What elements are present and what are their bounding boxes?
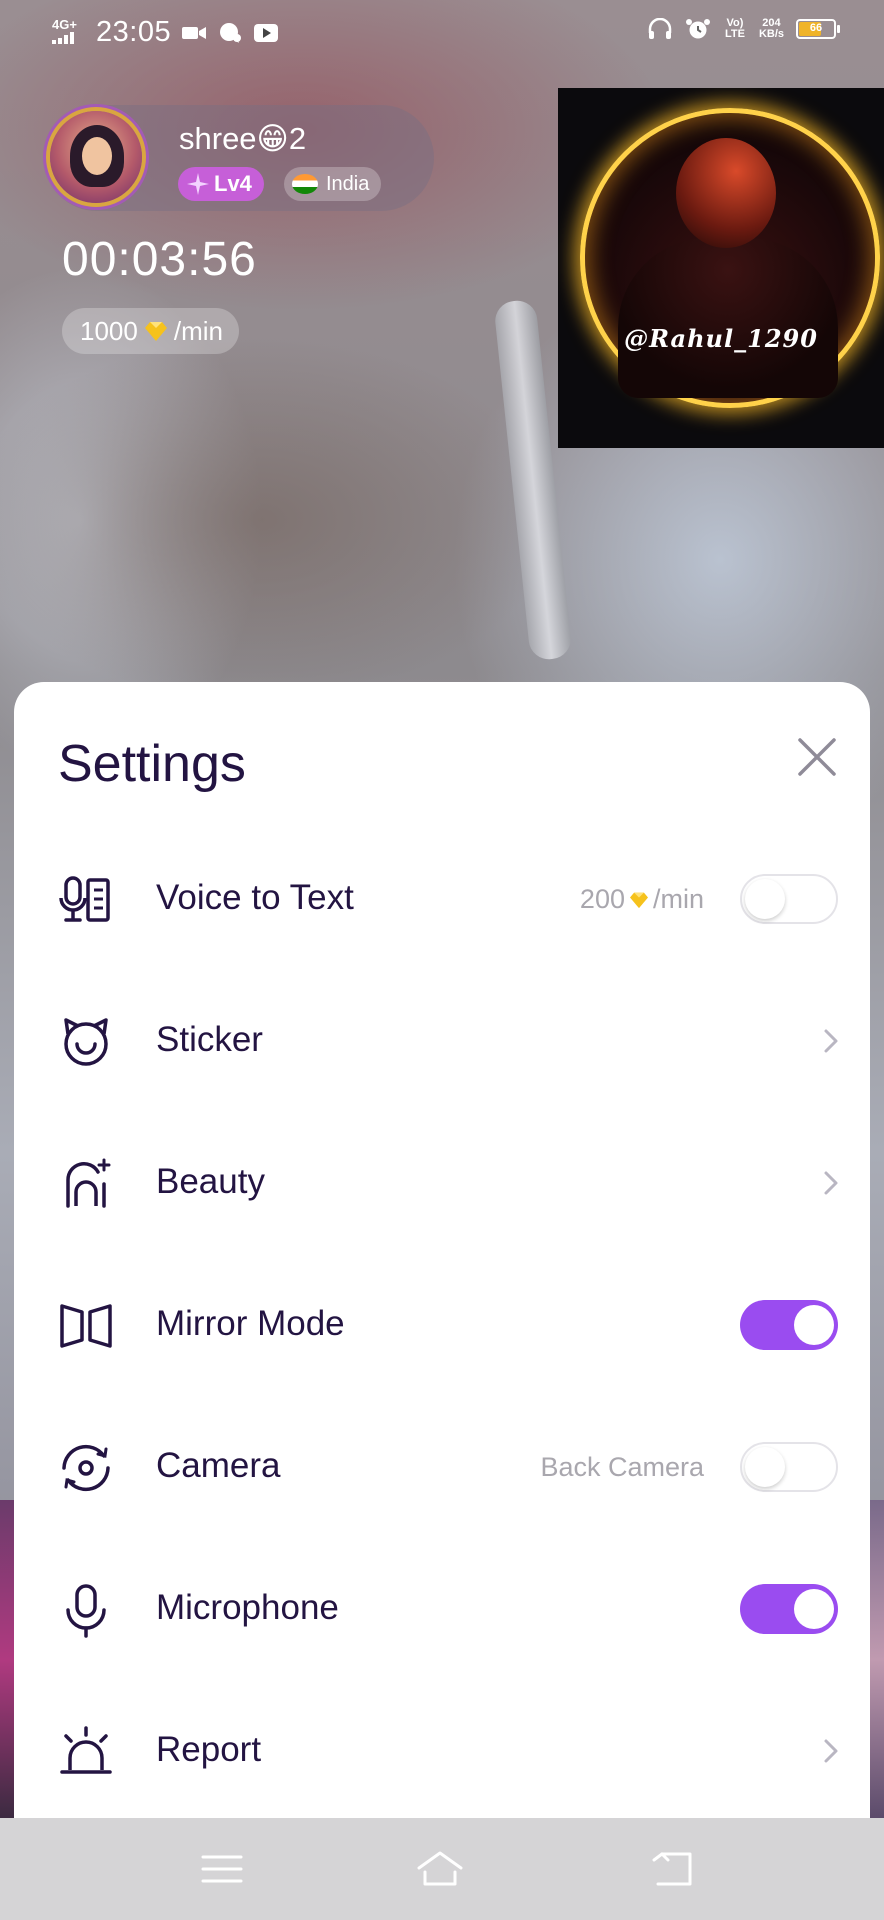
microphone-icon — [66, 1584, 106, 1638]
youtube-icon — [254, 23, 279, 42]
video-edge-right — [870, 1500, 884, 1820]
report-label: Report — [156, 1730, 262, 1769]
camera-toggle[interactable] — [740, 1442, 838, 1492]
microphone-toggle[interactable] — [740, 1584, 838, 1634]
caller-avatar[interactable] — [50, 111, 142, 203]
country-badge: India — [284, 167, 382, 201]
toggle-knob — [794, 1589, 834, 1629]
self-preview-figure-body — [618, 238, 838, 398]
screen: 4G+ 23:05 Vo) LTE 204 KB/s 66 shree😁2 Lv… — [0, 0, 884, 1920]
settings-row-mirror-mode[interactable]: Mirror Mode — [14, 1254, 870, 1396]
level-text: Lv4 — [214, 171, 252, 196]
rate-amount: 1000 — [80, 315, 138, 346]
toggle-knob — [745, 879, 785, 919]
call-rate-pill: 1000 /min — [62, 308, 239, 354]
status-time: 23:05 — [96, 16, 172, 48]
level-badge: Lv4 — [178, 167, 264, 201]
beauty-label: Beauty — [156, 1162, 265, 1201]
voice-to-text-price-amount: 200 — [579, 884, 625, 914]
alarm-icon — [685, 19, 710, 39]
chevron-right-icon — [824, 1171, 838, 1195]
volte-indicator: Vo) LTE — [724, 17, 745, 40]
voice-to-text-price: 200 /min — [580, 884, 704, 915]
headphones-icon — [648, 18, 672, 39]
sparkle-icon — [187, 173, 209, 195]
sticker-icon — [64, 1018, 108, 1066]
toggle-knob — [745, 1447, 785, 1487]
self-camera-preview[interactable]: @Rahul_1290 — [558, 88, 884, 448]
settings-title: Settings — [58, 735, 246, 793]
camera-switch-icon — [62, 1444, 110, 1492]
report-alarm-icon — [60, 1726, 112, 1774]
status-bar: 4G+ 23:05 Vo) LTE 204 KB/s 66 — [0, 0, 884, 70]
settings-row-microphone[interactable]: Microphone — [14, 1538, 870, 1680]
toggle-knob — [794, 1305, 834, 1345]
network-indicator: 4G+ — [52, 18, 86, 47]
voice-to-text-icon — [59, 876, 110, 922]
rate-unit: /min — [173, 315, 223, 346]
microphone-label: Microphone — [156, 1588, 339, 1627]
battery-level: 66 — [809, 22, 823, 34]
network-type: 4G+ — [52, 17, 77, 32]
settings-row-beauty[interactable]: Beauty — [14, 1112, 870, 1254]
self-preview-figure-head — [676, 138, 776, 248]
beauty-icon — [66, 1158, 111, 1208]
caller-name: shree😁2 — [179, 121, 307, 156]
avatar-face — [82, 137, 112, 175]
mirror-mode-toggle[interactable] — [740, 1300, 838, 1350]
signal-icon — [52, 32, 74, 44]
network-speed-unit: KB/s — [758, 28, 784, 40]
camera-hint: Back Camera — [540, 1452, 704, 1482]
chevron-right-icon — [824, 1029, 838, 1053]
settings-row-camera[interactable]: Camera Back Camera — [14, 1396, 870, 1538]
back-icon[interactable] — [648, 1848, 698, 1890]
settings-row-sticker[interactable]: Sticker — [14, 970, 870, 1112]
video-edge-left — [0, 1500, 14, 1820]
diamond-icon — [144, 322, 167, 341]
settings-row-report[interactable]: Report — [14, 1680, 870, 1822]
caller-info-pill[interactable]: shree😁2 Lv4 India — [44, 105, 434, 211]
india-flag-icon — [292, 174, 318, 194]
mirror-mode-icon — [60, 1304, 112, 1348]
battery-icon: 66 — [796, 19, 840, 39]
status-right: Vo) LTE 204 KB/s 66 — [647, 17, 840, 40]
settings-row-voice-to-text[interactable]: Voice to Text 200 /min — [14, 828, 870, 970]
menu-icon[interactable] — [197, 1848, 247, 1890]
voice-to-text-label: Voice to Text — [156, 878, 354, 917]
country-name: India — [326, 172, 370, 195]
call-timer: 00:03:56 — [62, 233, 257, 286]
home-icon[interactable] — [415, 1848, 465, 1890]
camera-label: Camera — [156, 1446, 281, 1485]
mirror-mode-label: Mirror Mode — [156, 1304, 345, 1343]
settings-sheet: Settings Voice to Text 200 /min Sticker … — [14, 682, 870, 1822]
voice-to-text-price-unit: /min — [652, 884, 704, 914]
diamond-icon — [629, 892, 648, 908]
chevron-right-icon — [824, 1739, 838, 1763]
network-speed: 204 KB/s — [759, 18, 784, 40]
self-handle: @Rahul_1290 — [624, 324, 818, 353]
chat-bubble-icon — [220, 22, 242, 43]
close-icon[interactable] — [794, 734, 840, 780]
voice-to-text-toggle[interactable] — [740, 874, 838, 924]
status-left: 4G+ 23:05 — [52, 16, 279, 49]
video-camera-icon — [182, 26, 207, 39]
sticker-label: Sticker — [156, 1020, 263, 1059]
navigation-bar — [0, 1818, 884, 1920]
